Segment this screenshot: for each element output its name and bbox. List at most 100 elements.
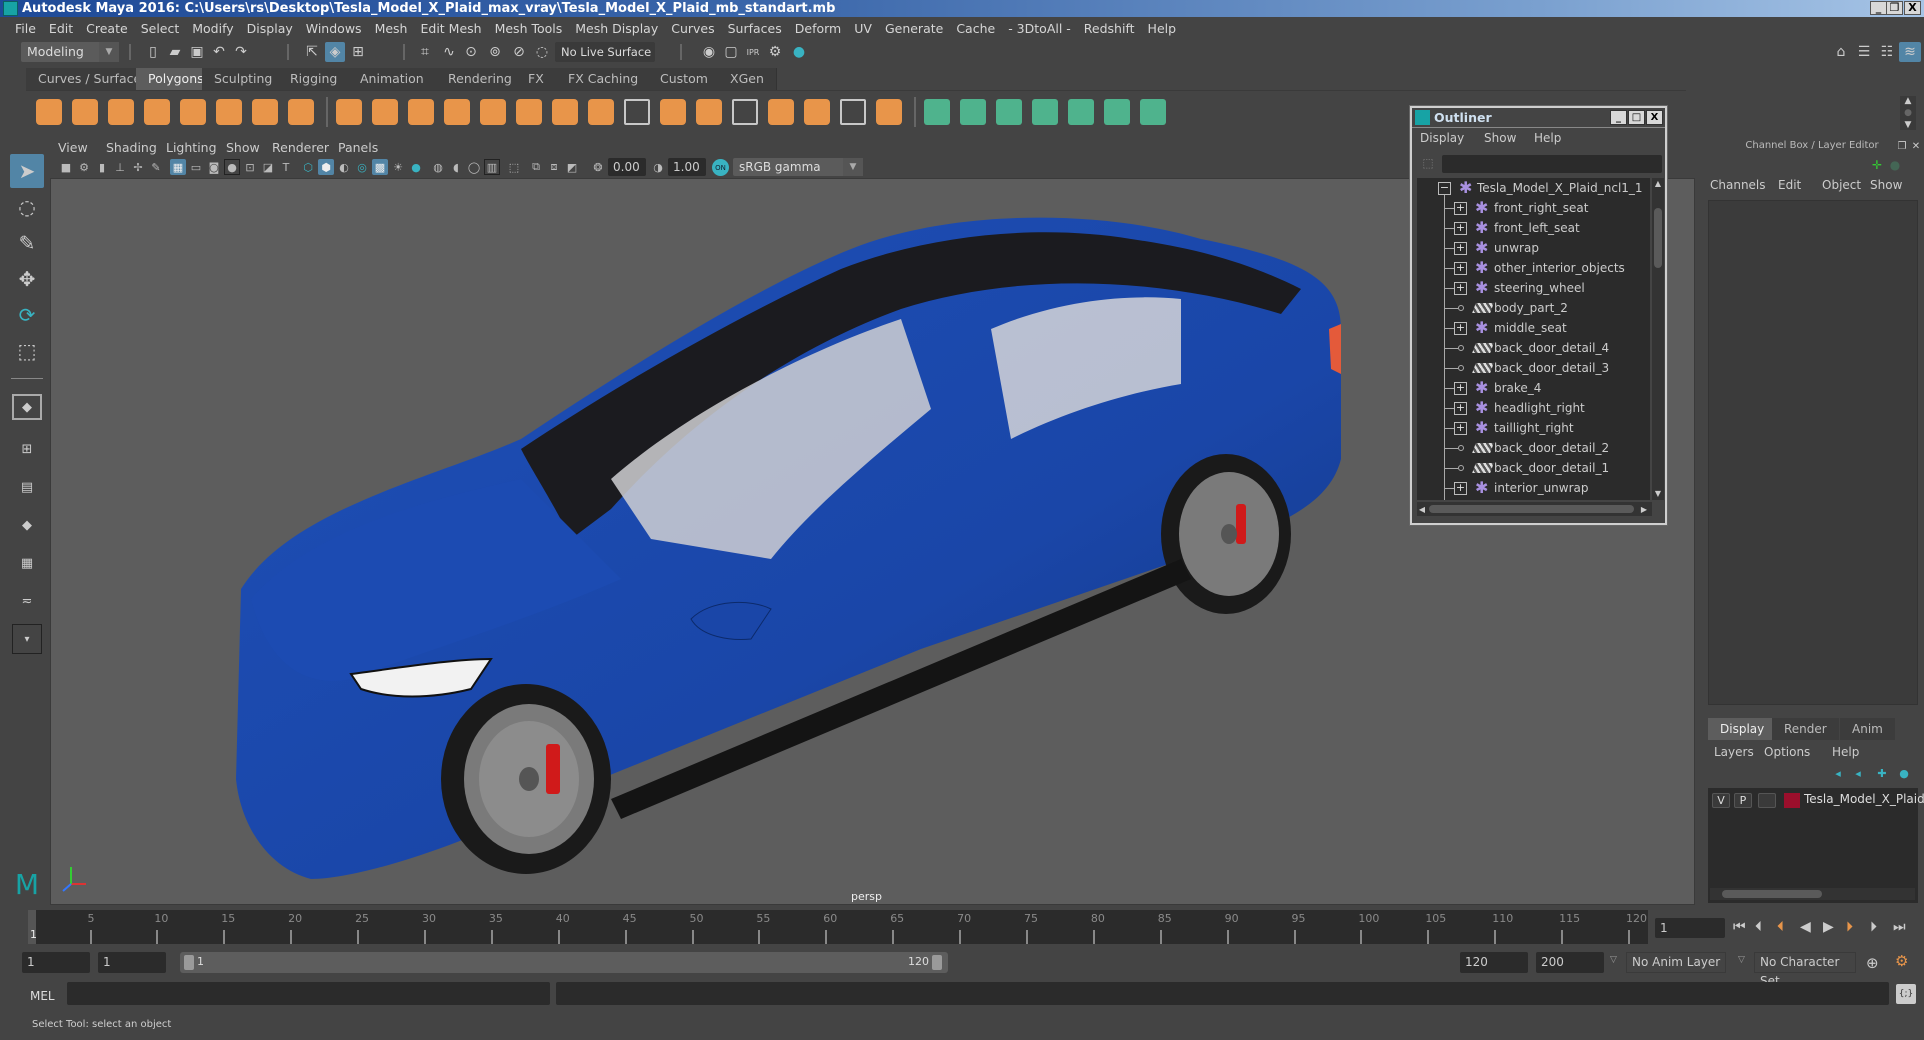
backface-culling-icon[interactable]: ◩ xyxy=(564,159,580,175)
wireframe-on-shaded-icon[interactable]: ◐ xyxy=(336,159,352,175)
menu-select[interactable]: Select xyxy=(136,21,188,36)
smooth-icon[interactable] xyxy=(444,99,470,125)
extract-icon[interactable] xyxy=(408,99,434,125)
menu-3dtoall[interactable]: - 3DtoAll - xyxy=(1003,21,1079,36)
hypershade-icon[interactable]: ● xyxy=(790,43,808,61)
save-scene-icon[interactable]: ▣ xyxy=(188,43,206,61)
image-plane-icon[interactable]: ⊥ xyxy=(112,159,128,175)
menu-help[interactable]: Help xyxy=(1143,21,1185,36)
outliner-item[interactable]: + ✱ front_right_seat xyxy=(1417,198,1650,218)
expand-icon[interactable]: + xyxy=(1454,402,1467,415)
grid-toggle-icon[interactable]: ▦ xyxy=(170,159,186,175)
select-tool-icon[interactable]: ➤ xyxy=(10,154,44,188)
smooth-shade-icon[interactable]: ⬢ xyxy=(318,159,334,175)
shelf-tab-sculpting[interactable]: Sculpting xyxy=(202,68,286,90)
render-sequence-icon[interactable]: ▢ xyxy=(722,43,740,61)
menu-generate[interactable]: Generate xyxy=(880,21,951,36)
outliner-item[interactable]: + ✱ interior_unwrap xyxy=(1417,478,1650,498)
menu-display[interactable]: Display xyxy=(242,21,301,36)
poly-pipe-icon[interactable] xyxy=(288,99,314,125)
hypershade-layout-icon[interactable]: ▦ xyxy=(10,546,44,580)
layer-tab-anim[interactable]: Anim xyxy=(1840,718,1895,740)
layout-options-icon[interactable]: ▾ xyxy=(12,624,42,654)
close-button[interactable]: X xyxy=(1904,1,1921,15)
outliner-item[interactable]: + ✱ brake_4 xyxy=(1417,378,1650,398)
mirror-icon[interactable] xyxy=(516,99,542,125)
layer-row[interactable]: V P Tesla_Model_X_Plaid xyxy=(1708,788,1924,812)
character-set-chevron-icon[interactable]: ▽ xyxy=(1738,955,1745,965)
automatic-uv-icon[interactable] xyxy=(1032,99,1058,125)
layer-playback-toggle[interactable]: P xyxy=(1734,793,1752,808)
filter-icon[interactable]: ⬚ xyxy=(1420,155,1436,171)
menu-windows[interactable]: Windows xyxy=(301,21,370,36)
expand-icon[interactable]: + xyxy=(1454,422,1467,435)
character-set-dropdown[interactable]: No Character Set xyxy=(1754,952,1856,988)
channel-box-menu-channels[interactable]: Channels xyxy=(1710,178,1766,192)
redo-icon[interactable]: ↷ xyxy=(232,43,250,61)
poly-plane-icon[interactable] xyxy=(216,99,242,125)
make-live-icon[interactable]: ⊘ xyxy=(510,43,528,61)
playback-end-field[interactable]: 120 xyxy=(1460,952,1528,973)
attribute-editor-icon[interactable]: ☰ xyxy=(1855,43,1873,61)
uv-editor-icon[interactable] xyxy=(1104,99,1130,125)
step-back-key-icon[interactable]: ⏴ xyxy=(1777,919,1784,935)
command-language-label[interactable]: MEL xyxy=(30,989,55,1003)
separate-icon[interactable] xyxy=(372,99,398,125)
cylindrical-uv-icon[interactable] xyxy=(960,99,986,125)
anim-layer-dropdown[interactable]: No Anim Layer xyxy=(1626,952,1726,973)
new-layer-selected-icon[interactable]: ● xyxy=(1896,766,1912,780)
outliner-item[interactable]: body_part_2 xyxy=(1417,298,1650,318)
snap-toggle-icon[interactable]: ◌ xyxy=(533,43,551,61)
persp-graph-layout-icon[interactable]: ◆ xyxy=(10,508,44,542)
scroll-down-icon[interactable]: ▼ xyxy=(1900,120,1916,130)
gamma-icon[interactable]: ◑ xyxy=(650,159,666,175)
shelf-tab-rigging[interactable]: Rigging xyxy=(278,68,351,90)
color-management-toggle[interactable]: ON xyxy=(712,159,729,176)
menu-edit[interactable]: Edit xyxy=(44,21,81,36)
resolution-gate-icon[interactable]: ◙ xyxy=(206,159,222,175)
four-view-layout-icon[interactable]: ⊞ xyxy=(10,432,44,466)
layer-name[interactable]: Tesla_Model_X_Plaid xyxy=(1804,792,1924,806)
field-chart-icon[interactable]: ⊡ xyxy=(242,159,258,175)
2d-pan-zoom-icon[interactable]: ✢ xyxy=(130,159,146,175)
expand-icon[interactable]: + xyxy=(1454,482,1467,495)
menu-set-dropdown[interactable]: Modeling ▼ xyxy=(21,42,119,62)
shadows-icon[interactable]: ● xyxy=(408,159,424,175)
outliner-menu-help[interactable]: Help xyxy=(1534,131,1561,145)
single-perspective-layout-icon[interactable]: ◆ xyxy=(12,394,42,420)
viewport-menu-view[interactable]: View xyxy=(58,139,88,157)
outliner-item[interactable]: + ✱ other_interior_objects xyxy=(1417,258,1650,278)
end-frame-field[interactable]: 200 xyxy=(1536,952,1604,973)
anti-aliasing-icon[interactable]: ◯ xyxy=(466,159,482,175)
boolean-icon[interactable] xyxy=(480,99,506,125)
viewport-menu-renderer[interactable]: Renderer xyxy=(272,139,329,157)
insert-edge-loop-icon[interactable] xyxy=(732,99,758,125)
play-backwards-icon[interactable]: ◀ xyxy=(1800,919,1811,935)
outliner-menu-show[interactable]: Show xyxy=(1484,131,1516,145)
viewport-menu-shading[interactable]: Shading xyxy=(106,139,157,157)
viewport-menu-panels[interactable]: Panels xyxy=(338,139,378,157)
scroll-up-icon[interactable]: ▲ xyxy=(1900,96,1916,106)
scale-tool-icon[interactable]: ⬚ xyxy=(10,334,44,368)
offset-edge-loop-icon[interactable] xyxy=(768,99,794,125)
bevel-icon[interactable] xyxy=(660,99,686,125)
poly-torus-icon[interactable] xyxy=(180,99,206,125)
layer-color-swatch[interactable] xyxy=(1784,793,1800,808)
xray-active-components-icon[interactable]: ⧈ xyxy=(546,159,562,175)
menu-mesh[interactable]: Mesh xyxy=(370,21,416,36)
snap-to-grid-icon[interactable]: ⌗ xyxy=(416,43,434,61)
outliner-item[interactable]: + ✱ headlight_right xyxy=(1417,398,1650,418)
restore-button[interactable]: ❐ xyxy=(1886,1,1903,15)
go-to-start-icon[interactable]: ⏮ xyxy=(1733,919,1746,935)
menu-mesh-tools[interactable]: Mesh Tools xyxy=(490,21,571,36)
wireframe-icon[interactable]: ⬡ xyxy=(300,159,316,175)
shelf-tab-fx[interactable]: FX xyxy=(516,68,557,90)
lasso-tool-icon[interactable]: ◌ xyxy=(10,190,44,224)
bookmark-icon[interactable]: ▮ xyxy=(94,159,110,175)
move-layer-up-icon[interactable]: ◂ xyxy=(1830,766,1846,780)
scroll-up-icon[interactable]: ▲ xyxy=(1653,178,1663,188)
uv-layout-icon[interactable] xyxy=(1140,99,1166,125)
bevel-edge-icon[interactable] xyxy=(696,99,722,125)
live-surface-field[interactable]: No Live Surface xyxy=(555,42,655,62)
xray-joints-icon[interactable]: ⧉ xyxy=(528,159,544,175)
